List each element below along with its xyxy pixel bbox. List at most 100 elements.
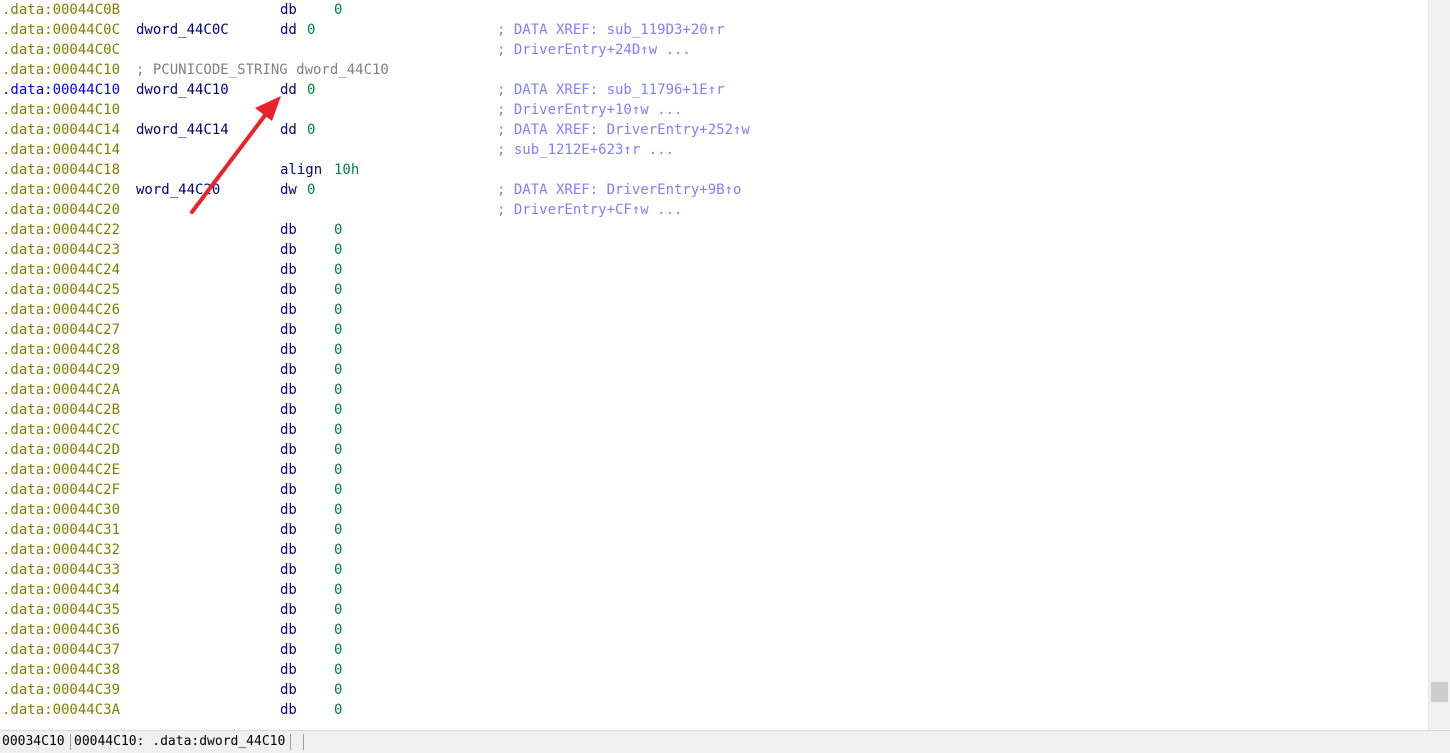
- line-address: .data:00044C36: [2, 622, 121, 638]
- line-address: .data:00044C39: [2, 682, 121, 698]
- line-address: .data:00044C2C: [2, 422, 121, 438]
- listing-line[interactable]: .data:00044C2B db 0: [0, 400, 1428, 420]
- vertical-scrollbar[interactable]: [1428, 0, 1450, 730]
- listing-line[interactable]: .data:00044C14 ; sub_1212E+623↑r ...: [0, 140, 1428, 160]
- listing-line[interactable]: .data:00044C36 db 0: [0, 620, 1428, 640]
- listing-line[interactable]: .data:00044C10 ; DriverEntry+10↑w ...: [0, 100, 1428, 120]
- listing-line[interactable]: .data:00044C23 db 0: [0, 240, 1428, 260]
- line-mnemonic: align: [280, 162, 323, 178]
- listing-line[interactable]: .data:00044C39 db 0: [0, 680, 1428, 700]
- listing-line[interactable]: .data:00044C20 ; DriverEntry+CF↑w ...: [0, 200, 1428, 220]
- status-file-offset: 00034C10: [2, 734, 65, 749]
- line-operand: 0: [334, 702, 343, 718]
- line-xref: ; DATA XREF: sub_119D3+20↑r: [497, 22, 725, 38]
- listing-line[interactable]: .data:00044C30 db 0: [0, 500, 1428, 520]
- listing-line[interactable]: .data:00044C27 db 0: [0, 320, 1428, 340]
- listing-line[interactable]: .data:00044C24 db 0: [0, 260, 1428, 280]
- line-operand: 0: [334, 442, 343, 458]
- line-operand: 0: [334, 282, 343, 298]
- line-address: .data:00044C30: [2, 502, 121, 518]
- line-xref: ; DriverEntry+CF↑w ...: [497, 202, 683, 218]
- line-operand: 0: [334, 482, 343, 498]
- line-xref: ; sub_1212E+623↑r ...: [497, 142, 675, 158]
- line-label: dword_44C14: [136, 122, 229, 138]
- line-mnemonic: db: [280, 402, 297, 418]
- listing-line[interactable]: .data:00044C20 word_44C20 dw 0 ; DATA XREF: …: [0, 180, 1428, 200]
- line-address: .data:00044C0C: [2, 22, 121, 38]
- scrollbar-thumb[interactable]: [1431, 682, 1448, 702]
- line-operand: 0: [307, 122, 316, 138]
- line-operand: 0: [334, 682, 343, 698]
- listing-line[interactable]: .data:00044C35 db 0: [0, 600, 1428, 620]
- status-separator: [303, 734, 304, 750]
- listing-line[interactable]: .data:00044C2F db 0: [0, 480, 1428, 500]
- listing-line[interactable]: .data:00044C18 align 10h: [0, 160, 1428, 180]
- line-address: .data:00044C0C: [2, 42, 121, 58]
- line-label: dword_44C10: [136, 82, 229, 98]
- status-separator: [290, 734, 291, 750]
- listing-line[interactable]: .data:00044C2D db 0: [0, 440, 1428, 460]
- line-address: .data:00044C27: [2, 322, 121, 338]
- listing-line[interactable]: .data:00044C2A db 0: [0, 380, 1428, 400]
- line-xref: ; DATA XREF: sub_11796+1E↑r: [497, 82, 725, 98]
- line-operand: 0: [307, 182, 316, 198]
- line-operand: 0: [334, 582, 343, 598]
- line-address: .data:00044C20: [2, 202, 121, 218]
- line-address: .data:00044C10: [2, 102, 121, 118]
- listing-line[interactable]: .data:00044C0C dword_44C0C dd 0 ; DATA XREF:…: [0, 20, 1428, 40]
- line-operand: 0: [334, 242, 343, 258]
- listing-line[interactable]: .data:00044C29 db 0: [0, 360, 1428, 380]
- line-operand: 0: [334, 222, 343, 238]
- line-operand: 0: [334, 662, 343, 678]
- line-operand: 0: [334, 462, 343, 478]
- listing-line[interactable]: .data:00044C32 db 0: [0, 540, 1428, 560]
- line-mnemonic: db: [280, 482, 297, 498]
- listing-line[interactable]: .data:00044C14 dword_44C14 dd 0 ; DATA XREF:…: [0, 120, 1428, 140]
- listing-line[interactable]: .data:00044C37 db 0: [0, 640, 1428, 660]
- line-label: dword_44C0C: [136, 22, 229, 38]
- line-operand: 0: [334, 362, 343, 378]
- line-mnemonic: db: [280, 422, 297, 438]
- line-mnemonic: db: [280, 242, 297, 258]
- listing-line[interactable]: .data:00044C0C ; DriverEntry+24D↑w ...: [0, 40, 1428, 60]
- listing-line[interactable]: .data:00044C2C db 0: [0, 420, 1428, 440]
- listing-line[interactable]: .data:00044C31 db 0: [0, 520, 1428, 540]
- line-operand: 0: [334, 622, 343, 638]
- line-address: .data:00044C35: [2, 602, 121, 618]
- line-operand: 0: [307, 22, 316, 38]
- listing-line[interactable]: .data:00044C26 db 0: [0, 300, 1428, 320]
- line-operand: 0: [334, 562, 343, 578]
- disassembly-listing[interactable]: .data:00044C0B db 0 .data:00044C0C dword_44C…: [0, 0, 1428, 730]
- listing-line[interactable]: .data:00044C33 db 0: [0, 560, 1428, 580]
- line-mnemonic: db: [280, 642, 297, 658]
- line-operand: 0: [334, 502, 343, 518]
- listing-line[interactable]: .data:00044C10 ; PCUNICODE_STRING dword_4…: [0, 60, 1428, 80]
- listing-line[interactable]: .data:00044C38 db 0: [0, 660, 1428, 680]
- line-address: .data:00044C10: [2, 62, 121, 78]
- listing-line[interactable]: .data:00044C3A db 0: [0, 700, 1428, 720]
- line-mnemonic: db: [280, 462, 297, 478]
- listing-line[interactable]: .data:00044C25 db 0: [0, 280, 1428, 300]
- line-operand: 0: [307, 82, 316, 98]
- line-operand: 0: [334, 322, 343, 338]
- listing-line[interactable]: .data:00044C10 dword_44C10 dd 0 ; DATA XREF:…: [0, 80, 1428, 100]
- listing-line[interactable]: .data:00044C22 db 0: [0, 220, 1428, 240]
- line-mnemonic: db: [280, 322, 297, 338]
- line-address: .data:00044C20: [2, 182, 121, 198]
- listing-line[interactable]: .data:00044C2E db 0: [0, 460, 1428, 480]
- line-mnemonic: db: [280, 682, 297, 698]
- status-separator: [70, 734, 71, 750]
- line-operand: 0: [334, 302, 343, 318]
- line-address: .data:00044C38: [2, 662, 121, 678]
- status-location: 00044C10: .data:dword_44C10: [74, 734, 286, 749]
- line-operand: 0: [334, 262, 343, 278]
- listing-line[interactable]: .data:00044C28 db 0: [0, 340, 1428, 360]
- ida-disassembly-window: .data:00044C0B db 0 .data:00044C0C dword_44C…: [0, 0, 1450, 753]
- line-mnemonic: db: [280, 342, 297, 358]
- line-address: .data:00044C10: [2, 82, 121, 98]
- listing-line[interactable]: .data:00044C34 db 0: [0, 580, 1428, 600]
- line-address: .data:00044C24: [2, 262, 121, 278]
- listing-line[interactable]: .data:00044C0B db 0: [0, 0, 1428, 20]
- line-address: .data:00044C34: [2, 582, 121, 598]
- line-mnemonic: db: [280, 622, 297, 638]
